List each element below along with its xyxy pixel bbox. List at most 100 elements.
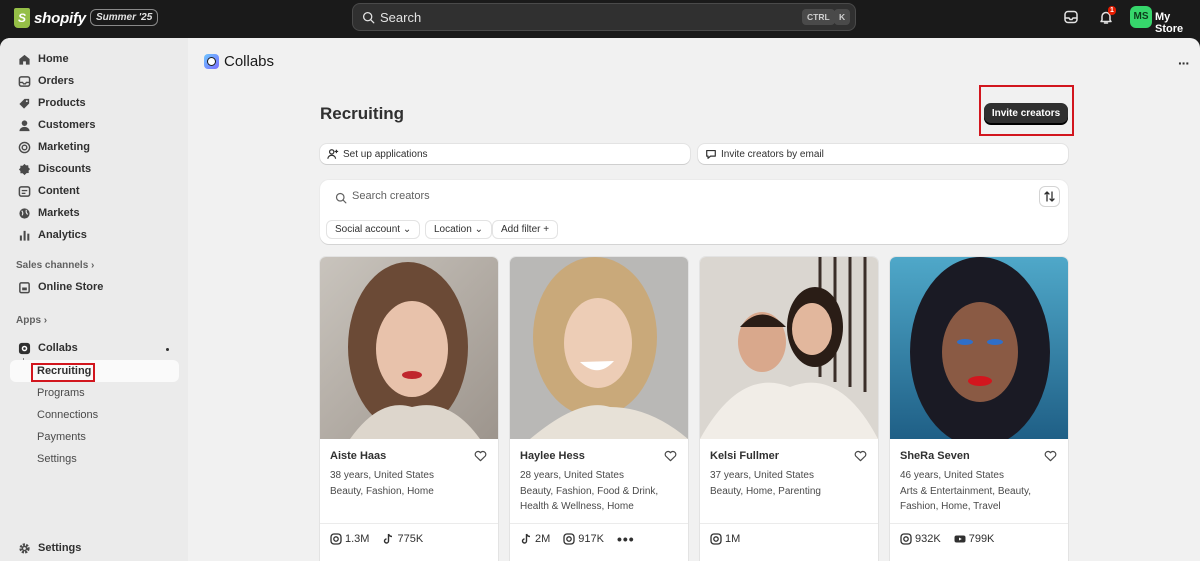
sidebar-item-programs[interactable]: Programs — [37, 383, 85, 403]
sidebar-item-payments[interactable]: Payments — [37, 427, 86, 447]
heart-icon[interactable] — [664, 450, 677, 462]
tag-icon — [19, 98, 30, 109]
sidebar-item-markets[interactable]: Markets — [18, 203, 80, 223]
shopify-logo[interactable]: shopify — [14, 8, 86, 28]
creator-name[interactable]: ShеRa Seven — [900, 450, 970, 462]
creator-age-location: 46 years, United States — [900, 470, 1004, 481]
sidebar-item-collabs-settings[interactable]: Settings — [37, 449, 77, 469]
creator-categories: Arts & Entertainment, Beauty, Fashion, H… — [900, 485, 1031, 513]
stat-value: 1.3M — [345, 533, 370, 545]
button-label: Invite creators by email — [721, 148, 824, 160]
search-creators-input[interactable]: Search creators — [352, 190, 430, 202]
sidebar-item-content[interactable]: Content — [18, 181, 80, 201]
creator-stats: 1M — [710, 533, 740, 545]
creator-categories: Beauty, Fashion, Home — [330, 485, 434, 497]
instagram-stat: 1M — [710, 533, 740, 545]
add-filter-button[interactable]: Add filter + — [492, 220, 559, 239]
sidebar-item-label: Discounts — [38, 163, 92, 175]
sidebar-item-products[interactable]: Products — [18, 93, 86, 113]
sidebar-item-online-store[interactable]: Online Store — [18, 277, 103, 297]
sidebar-item-orders[interactable]: Orders — [18, 71, 74, 91]
creator-meta: 46 years, United States Arts & Entertain… — [900, 468, 1060, 515]
heart-icon[interactable] — [854, 450, 867, 462]
plus-icon: + — [543, 224, 550, 235]
stat-value: 1M — [725, 533, 741, 545]
sidebar-item-settings[interactable]: Settings — [18, 538, 81, 558]
chip-label: Social account — [335, 224, 401, 235]
instagram-stat: 932K — [900, 533, 941, 545]
add-person-icon — [327, 149, 339, 159]
content-icon — [18, 185, 31, 197]
stat-value: 799K — [968, 533, 995, 545]
orders-icon — [18, 75, 31, 87]
stat-value: 932K — [915, 533, 941, 545]
top-bar: shopify Summer '25 Search CTRL K 1 MS My… — [0, 0, 1200, 38]
youtube-stat: 799K — [954, 533, 995, 545]
sidebar-item-collabs[interactable]: Collabs — [18, 338, 78, 358]
store-avatar[interactable]: MS — [1130, 6, 1152, 28]
heart-icon[interactable] — [474, 450, 487, 462]
sidebar-item-label: Settings — [37, 453, 77, 465]
inbox-icon[interactable] — [1063, 9, 1079, 25]
instagram-stat: 1.3M — [330, 533, 369, 545]
creator-categories: Beauty, Home, Parenting — [710, 485, 821, 497]
setup-applications-button[interactable]: Set up applications — [320, 144, 690, 164]
tiktok-stat: 775K — [382, 533, 423, 545]
invite-by-email-button[interactable]: Invite creators by email — [698, 144, 1068, 164]
global-search[interactable]: Search CTRL K — [352, 3, 856, 31]
page-title: Recruiting — [320, 104, 405, 123]
creator-meta: 28 years, United States Beauty, Fashion,… — [520, 468, 680, 515]
creator-name[interactable]: Aiste Haas — [330, 450, 386, 462]
tiktok-stat: 2M — [520, 533, 550, 545]
creator-age-location: 37 years, United States — [710, 470, 814, 481]
sidebar-item-label: Products — [38, 97, 86, 109]
sidebar-item-label: Online Store — [38, 281, 104, 293]
youtube-icon — [954, 535, 966, 543]
sidebar-item-discounts[interactable]: Discounts — [18, 159, 91, 179]
creator-meta: 38 years, United States Beauty, Fashion,… — [330, 468, 490, 499]
apps-section[interactable]: Apps › — [16, 315, 47, 326]
creator-card[interactable]: Aiste Haas 38 years, United States Beaut… — [320, 257, 498, 561]
sidebar-item-customers[interactable]: Customers — [18, 115, 95, 135]
sidebar-item-analytics[interactable]: Analytics — [18, 225, 87, 245]
home-icon — [19, 54, 30, 65]
more-options-icon[interactable]: ··· — [1178, 55, 1190, 71]
button-label: Set up applications — [343, 148, 428, 160]
sort-button[interactable] — [1039, 186, 1060, 207]
collabs-pin-dot — [166, 348, 169, 351]
sidebar-item-marketing[interactable]: Marketing — [18, 137, 90, 157]
sidebar-item-label: Customers — [38, 119, 96, 131]
creator-name[interactable]: Haylee Hess — [520, 450, 585, 462]
sidebar-item-label: Collabs — [38, 342, 78, 354]
invite-creators-button[interactable]: Invite creators — [984, 103, 1068, 124]
section-label: Sales channels — [16, 260, 89, 271]
creator-card[interactable]: ShеRa Seven 46 years, United States Arts… — [890, 257, 1068, 561]
social-account-filter[interactable]: Social account ⌄ — [326, 220, 421, 239]
search-placeholder: Search — [380, 9, 422, 25]
creator-card[interactable]: Haylee Hess 28 years, United States Beau… — [510, 257, 688, 561]
shortcut-k: K — [834, 9, 851, 25]
store-name[interactable]: My Store — [1155, 11, 1200, 35]
more-stats-icon[interactable]: ••• — [617, 532, 635, 546]
search-icon — [362, 11, 375, 23]
creator-card[interactable]: Kelsi Fullmer 37 years, United States Be… — [700, 257, 878, 561]
heart-icon[interactable] — [1044, 450, 1057, 462]
shopify-bag-icon — [14, 8, 30, 28]
creator-photo — [700, 257, 878, 439]
sidebar-item-connections[interactable]: Connections — [37, 405, 98, 425]
creator-age-location: 38 years, United States — [330, 470, 434, 481]
sidebar-item-label: Home — [38, 53, 69, 65]
creator-name[interactable]: Kelsi Fullmer — [710, 450, 779, 462]
sidebar-item-home[interactable]: Home — [18, 49, 69, 69]
location-filter[interactable]: Location ⌄ — [425, 220, 492, 239]
app-title: Collabs — [224, 53, 275, 70]
sidebar-item-label: Payments — [37, 431, 86, 443]
sales-channels-section[interactable]: Sales channels › — [16, 260, 94, 271]
sidebar: Home Orders Products Customers Marketing… — [0, 38, 188, 561]
chart-icon — [19, 230, 30, 241]
instagram-icon — [330, 533, 342, 545]
edition-badge: Summer '25 — [90, 9, 159, 26]
card-divider — [510, 523, 688, 524]
creator-photo — [890, 257, 1068, 439]
filter-card: Search creators Social account ⌄ Locatio… — [320, 180, 1068, 244]
